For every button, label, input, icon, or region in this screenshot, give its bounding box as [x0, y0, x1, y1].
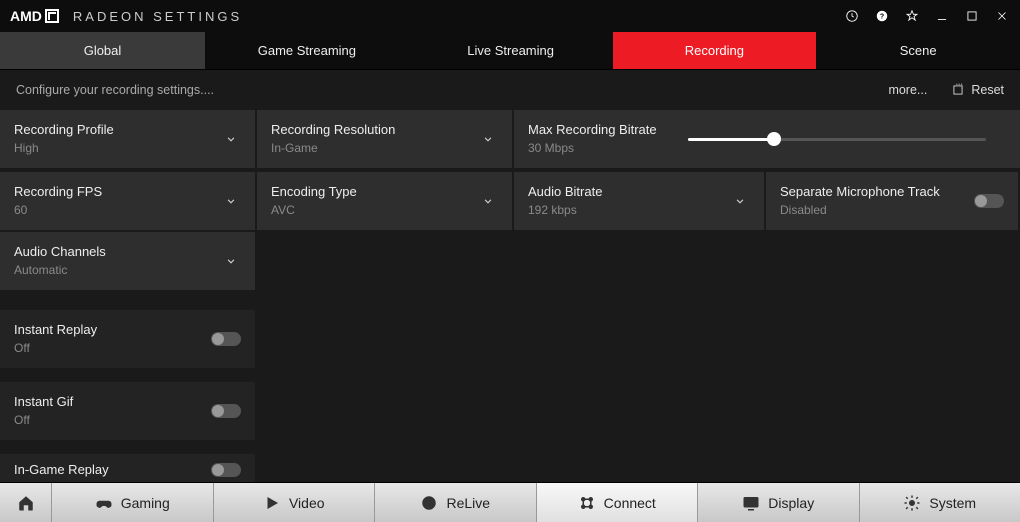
- titlebar: AMD RADEON SETTINGS ?: [0, 0, 1020, 32]
- gamepad-icon: [95, 494, 113, 512]
- nav-video[interactable]: Video: [214, 483, 376, 522]
- nav-relive[interactable]: ReLive: [375, 483, 537, 522]
- amd-logo: AMD: [10, 8, 59, 24]
- svg-text:?: ?: [880, 13, 884, 20]
- instant-replay-toggle[interactable]: Instant Replay Off: [0, 310, 255, 368]
- recording-profile-dropdown[interactable]: Recording Profile High: [0, 110, 255, 168]
- chevron-down-icon: [221, 132, 241, 146]
- recording-fps-dropdown[interactable]: Recording FPS 60: [0, 172, 255, 230]
- chevron-down-icon: [478, 194, 498, 208]
- star-icon[interactable]: [904, 8, 920, 24]
- tab-global[interactable]: Global: [0, 32, 205, 69]
- toggle-switch[interactable]: [211, 332, 241, 346]
- instant-gif-toggle[interactable]: Instant Gif Off: [0, 382, 255, 440]
- chevron-down-icon: [478, 132, 498, 146]
- minimize-icon[interactable]: [934, 8, 950, 24]
- system-icon: [903, 494, 921, 512]
- chevron-down-icon: [221, 254, 241, 268]
- settings-area: Recording Profile High Recording Resolut…: [0, 110, 1020, 482]
- ingame-replay-toggle[interactable]: In-Game Replay: [0, 454, 255, 482]
- display-icon: [742, 494, 760, 512]
- tab-live-streaming[interactable]: Live Streaming: [409, 32, 613, 69]
- nav-gaming[interactable]: Gaming: [52, 483, 214, 522]
- update-icon[interactable]: [844, 8, 860, 24]
- tab-scene[interactable]: Scene: [816, 32, 1020, 69]
- chevron-down-icon: [730, 194, 750, 208]
- tab-recording[interactable]: Recording: [613, 32, 817, 69]
- relive-icon: [420, 494, 438, 512]
- max-bitrate-slider[interactable]: Max Recording Bitrate 30 Mbps: [514, 110, 1020, 168]
- toggle-switch[interactable]: [211, 404, 241, 418]
- reset-icon: [951, 83, 965, 97]
- audio-bitrate-dropdown[interactable]: Audio Bitrate 192 kbps: [514, 172, 764, 230]
- home-icon: [17, 494, 35, 512]
- play-icon: [263, 494, 281, 512]
- nav-display[interactable]: Display: [698, 483, 860, 522]
- close-icon[interactable]: [994, 8, 1010, 24]
- app-title: RADEON SETTINGS: [73, 9, 242, 24]
- toggle-switch[interactable]: [211, 463, 241, 477]
- bottom-nav: Gaming Video ReLive Connect Display Syst…: [0, 482, 1020, 522]
- chevron-down-icon: [221, 194, 241, 208]
- tab-game-streaming[interactable]: Game Streaming: [205, 32, 409, 69]
- audio-channels-dropdown[interactable]: Audio Channels Automatic: [0, 232, 255, 290]
- reset-button[interactable]: Reset: [951, 83, 1004, 97]
- toggle-switch[interactable]: [974, 194, 1004, 208]
- subheader-text: Configure your recording settings....: [16, 83, 214, 97]
- connect-icon: [578, 494, 596, 512]
- nav-connect[interactable]: Connect: [537, 483, 699, 522]
- top-tabs: Global Game Streaming Live Streaming Rec…: [0, 32, 1020, 70]
- subheader: Configure your recording settings.... mo…: [0, 70, 1020, 110]
- more-link[interactable]: more...: [888, 83, 927, 97]
- recording-resolution-dropdown[interactable]: Recording Resolution In-Game: [257, 110, 512, 168]
- help-icon[interactable]: ?: [874, 8, 890, 24]
- nav-home[interactable]: [0, 483, 52, 522]
- separate-mic-toggle[interactable]: Separate Microphone Track Disabled: [766, 172, 1018, 230]
- encoding-type-dropdown[interactable]: Encoding Type AVC: [257, 172, 512, 230]
- maximize-icon[interactable]: [964, 8, 980, 24]
- nav-system[interactable]: System: [860, 483, 1020, 522]
